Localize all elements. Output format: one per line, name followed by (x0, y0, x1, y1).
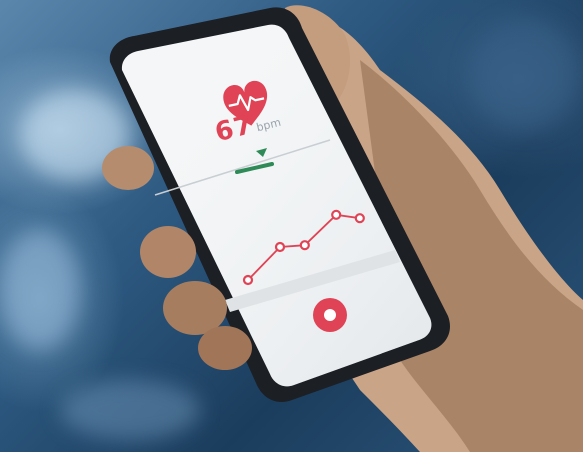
scene (102, 5, 583, 452)
chart-point (242, 274, 254, 286)
finger (102, 146, 154, 190)
record-button-center (324, 309, 336, 321)
chart-point (331, 209, 342, 220)
chart-point (354, 213, 365, 224)
chart-point (274, 241, 286, 253)
finger (140, 226, 196, 278)
photo: 67bpm (0, 0, 583, 452)
finger (198, 326, 252, 370)
heart-rate-unit: bpm (255, 115, 283, 135)
chart-point (299, 240, 310, 251)
